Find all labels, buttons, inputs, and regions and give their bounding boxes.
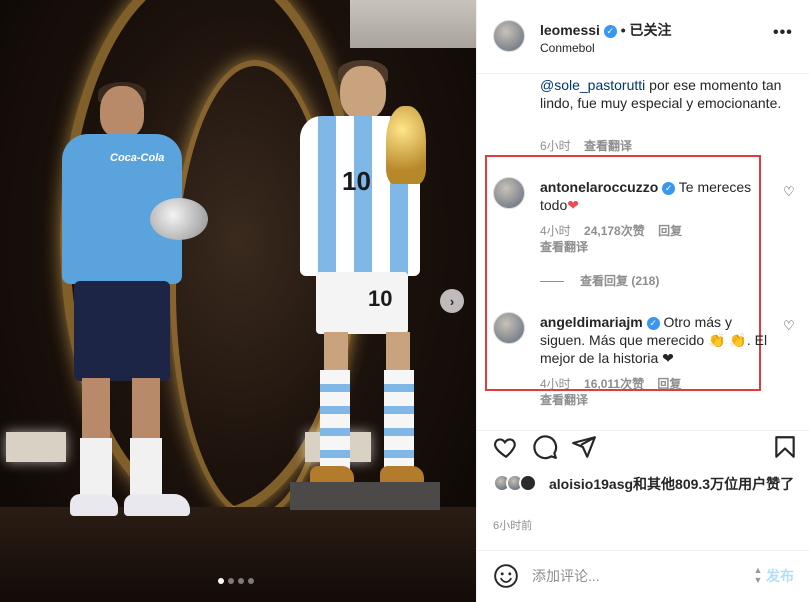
comment-input[interactable]: [532, 565, 742, 587]
comment-text: angeldimariajm ✓ Otro más y siguen. Más …: [540, 313, 770, 367]
smiley-icon[interactable]: [493, 563, 519, 589]
verified-badge-icon: ✓: [603, 24, 617, 38]
caption-meta: 6小时 查看翻译: [540, 137, 642, 154]
verified-badge-icon: ✓: [646, 316, 660, 330]
comment-translate: 查看翻译: [540, 391, 598, 408]
comment-meta: 4小时 24,178次赞 回复: [540, 222, 692, 239]
comment-like-heart-icon[interactable]: ♡: [783, 318, 795, 334]
heart-outline-icon[interactable]: [493, 434, 519, 460]
liked-by-text[interactable]: aloisio19asg和其他809.3万位用户赞了: [549, 475, 799, 493]
post-location[interactable]: Conmebol: [540, 41, 595, 55]
caption-text: @sole_pastorutti por ese momento tan lin…: [540, 76, 790, 112]
curtain-cloth: [350, 0, 476, 48]
more-options-icon[interactable]: •••: [773, 24, 793, 42]
carousel-dot: [228, 578, 234, 584]
player-figure: Coca-Cola: [62, 82, 202, 526]
comment-translate: 查看翻译: [540, 238, 598, 255]
comment-meta: 4小时 16,011次赞 回复: [540, 375, 691, 392]
gold-trophy: [386, 106, 426, 184]
author-username[interactable]: leomessi: [540, 22, 600, 38]
comment-reply-button[interactable]: 回复: [658, 224, 682, 238]
comment-time: 4小时: [540, 377, 571, 391]
comment-like-heart-icon[interactable]: ♡: [783, 184, 795, 200]
post-header: leomessi ✓ • 已关注 Conmebol •••: [477, 0, 809, 74]
comment-translate-button[interactable]: 查看翻译: [540, 393, 588, 407]
carousel-dot-active: [218, 578, 224, 584]
comment-likes[interactable]: 24,178次赞: [584, 224, 645, 238]
comment-likes[interactable]: 16,011次赞: [584, 377, 644, 391]
comment-username[interactable]: antonelaroccuzzo: [540, 179, 658, 195]
post-comment-button[interactable]: 发布: [766, 566, 794, 586]
caption-mention[interactable]: @sole_pastorutti: [540, 77, 645, 93]
caption-time: 6小时: [540, 139, 571, 153]
comments-list[interactable]: @sole_pastorutti por ese momento tan lin…: [477, 74, 809, 430]
separator-dot: •: [620, 22, 630, 38]
carousel-dot: [238, 578, 244, 584]
bookmark-icon[interactable]: [772, 434, 798, 460]
author-avatar[interactable]: [493, 20, 525, 52]
comment-translate-button[interactable]: 查看翻译: [540, 240, 588, 254]
carousel-dots: [218, 578, 254, 584]
liker-avatars: [493, 474, 543, 494]
red-heart-emoji: ❤: [567, 197, 579, 213]
post-photo[interactable]: Coca-Cola 10 10 ›: [0, 0, 476, 602]
stage-lamp-left: [6, 432, 66, 462]
comment-avatar[interactable]: [493, 312, 525, 344]
author-line: leomessi ✓ • 已关注: [540, 20, 672, 40]
post-timestamp: 6小时前: [493, 520, 533, 532]
following-button[interactable]: 已关注: [630, 22, 672, 38]
paper-plane-icon[interactable]: [571, 434, 597, 460]
speech-bubble-icon[interactable]: [532, 434, 558, 460]
carousel-next-button[interactable]: ›: [440, 289, 464, 313]
caption-translate-button[interactable]: 查看翻译: [584, 139, 632, 153]
action-bar: [477, 430, 809, 470]
verified-badge-icon: ✓: [662, 181, 676, 195]
view-replies-label: 查看回复 (218): [580, 274, 660, 288]
comment-time: 4小时: [540, 224, 571, 238]
comment-composer: ▲▼ 发布: [477, 550, 809, 602]
comment-reply-button[interactable]: 回复: [657, 377, 681, 391]
view-replies-button[interactable]: 查看回复 (218): [540, 272, 659, 289]
replies-divider: [540, 281, 564, 283]
comment-username[interactable]: angeldimariajm: [540, 314, 643, 330]
post-side-panel: leomessi ✓ • 已关注 Conmebol ••• @sole_past…: [476, 0, 809, 602]
liker-avatar: [519, 474, 537, 492]
comment-text: antonelaroccuzzo ✓ Te mereces todo❤: [540, 178, 770, 214]
comment-avatar[interactable]: [493, 177, 525, 209]
carousel-dot: [248, 578, 254, 584]
resize-handle-icon: ▲ ▼: [753, 565, 763, 585]
silver-trophy: [150, 198, 208, 240]
